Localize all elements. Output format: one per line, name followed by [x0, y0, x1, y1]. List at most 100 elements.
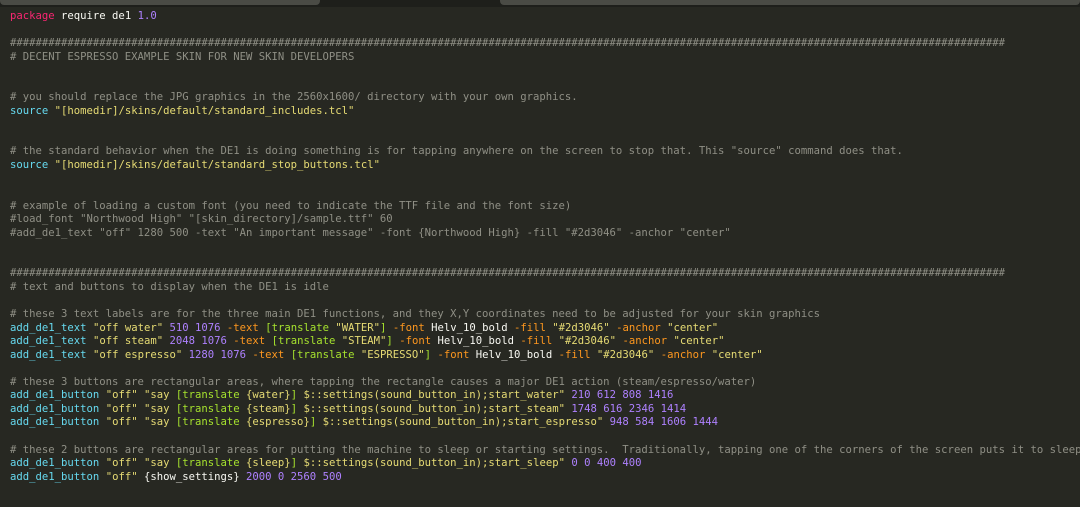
code-token-opt: -fill: [514, 321, 546, 334]
code-token-str: "off": [105, 470, 138, 483]
code-token-str: $::settings(sound_button_in);start_water…: [297, 389, 565, 402]
code-token-str: {water}: [246, 389, 291, 402]
code-token-str: "center": [673, 335, 725, 348]
code-token-str: "off": [105, 457, 138, 470]
code-token-kw: package: [10, 10, 55, 22]
code-token-plain: Helv_10_bold: [424, 321, 514, 334]
code-line: ########################################…: [10, 267, 1080, 281]
code-token-opt: -fill: [520, 335, 553, 348]
code-token-plain: {show_settings}: [143, 470, 240, 483]
code-token-str: "#2d3046": [596, 348, 655, 361]
code-line: # DECENT ESPRESSO EXAMPLE SKIN FOR NEW S…: [10, 51, 1080, 65]
code-token-bracket: [translate: [175, 389, 240, 402]
code-line: # the standard behavior when the DE1 is …: [10, 145, 1080, 159]
code-token-str: "say: [143, 389, 176, 402]
code-token-fn: add_de1_button: [10, 389, 100, 402]
code-token-bracket: [translate: [271, 335, 336, 348]
code-line: add_de1_button "off" "say [translate {wa…: [10, 389, 1080, 403]
code-token-bracket: [translate: [175, 402, 240, 415]
code-token-comment: # text and buttons to display when the D…: [10, 280, 329, 293]
code-token-comment: # DECENT ESPRESSO EXAMPLE SKIN FOR NEW S…: [10, 50, 355, 63]
code-line: add_de1_text "off espresso" 1280 1076 -t…: [10, 349, 1080, 363]
code-token-str: "say: [143, 402, 176, 415]
code-token-num: 1280 1076: [188, 348, 247, 361]
code-line: #load_font "Northwood High" "[skin_direc…: [10, 213, 1080, 227]
code-token-num: 1748 616 2346 1414: [571, 402, 687, 415]
code-token-num: 510 1076: [169, 321, 221, 334]
code-token-opt: -anchor: [660, 348, 706, 361]
code-token-str: "say: [143, 457, 176, 470]
code-token-comment: # you should replace the JPG graphics in…: [10, 91, 578, 104]
code-token-opt: -text: [252, 348, 285, 361]
code-token-opt: -font: [392, 321, 425, 334]
scroll-indicator-right[interactable]: [500, 0, 1080, 5]
code-token-str: "off": [105, 416, 138, 429]
code-token-str: "center": [711, 348, 763, 361]
code-editor[interactable]: package require de1 1.0 #################…: [10, 10, 1080, 484]
code-token-bracket: [translate: [175, 416, 240, 429]
code-token-str: "off": [105, 389, 138, 402]
code-token-fn: add_de1_button: [10, 470, 100, 483]
code-token-fn: add_de1_text: [10, 348, 87, 361]
code-token-fn: source: [10, 159, 49, 172]
code-token-comment: ########################################…: [10, 267, 1005, 280]
code-line: add_de1_button "off" "say [translate {st…: [10, 403, 1080, 417]
code-token-num: 210 612 808 1416: [571, 389, 674, 402]
code-line: add_de1_button "off" {show_settings} 200…: [10, 471, 1080, 485]
code-token-str: "say: [143, 416, 176, 429]
code-line: # these 3 text labels are for the three …: [10, 308, 1080, 322]
code-token-opt: -font: [399, 335, 432, 348]
code-token-str: "[homedir]/skins/default/standard_includ…: [54, 104, 355, 117]
code-token-fn: add_de1_text: [10, 321, 87, 334]
code-token-opt: -text: [226, 321, 259, 334]
code-line: add_de1_text "off steam" 2048 1076 -text…: [10, 335, 1080, 349]
code-token-comment: #load_font "Northwood High" "[skin_direc…: [10, 213, 393, 226]
code-token-str: "off steam": [92, 335, 164, 348]
code-token-str: "off water": [92, 321, 164, 334]
scroll-indicator-left[interactable]: [0, 0, 320, 5]
code-token-fn: source: [10, 104, 49, 117]
code-token-comment: # example of loading a custom font (you …: [10, 199, 572, 212]
code-token-comment: ########################################…: [10, 37, 1005, 50]
code-token-str: "STEAM": [341, 335, 387, 348]
code-token-str: "off espresso": [92, 348, 183, 361]
code-line: add_de1_text "off water" 510 1076 -text …: [10, 322, 1080, 336]
code-token-plain: Helv_10_bold: [469, 348, 559, 361]
code-token-num: 2000 0 2560 500: [246, 470, 342, 483]
code-token-str: "off": [105, 402, 138, 415]
code-line: source "[homedir]/skins/default/standard…: [10, 105, 1080, 119]
code-token-fn: add_de1_button: [10, 457, 100, 470]
code-token-comment: # these 2 buttons are rectangular areas …: [10, 443, 1080, 456]
code-line: add_de1_button "off" "say [translate {es…: [10, 416, 1080, 430]
code-line: ########################################…: [10, 37, 1080, 51]
code-token-fn: add_de1_button: [10, 402, 100, 415]
code-token-comment: #add_de1_text "off" 1280 500 -text "An i…: [10, 226, 731, 239]
code-token-plain: require de1: [54, 10, 138, 22]
code-token-num: 948 584 1606 1444: [609, 416, 719, 429]
code-token-bracket: [translate: [290, 348, 355, 361]
code-token-fn: add_de1_text: [10, 335, 87, 348]
code-token-str: $::settings(sound_button_in);start_espre…: [316, 416, 604, 429]
code-token-opt: -anchor: [616, 321, 661, 334]
code-token-str: $::settings(sound_button_in);start_steam…: [297, 402, 565, 415]
code-line: # these 2 buttons are rectangular areas …: [10, 444, 1080, 458]
code-token-comment: # the standard behavior when the DE1 is …: [10, 145, 903, 158]
code-line: # text and buttons to display when the D…: [10, 281, 1080, 295]
code-token-plain: Helv_10_bold: [431, 335, 521, 348]
code-line: package require de1 1.0: [10, 10, 1080, 24]
code-token-str: "center": [667, 321, 719, 334]
code-line: source "[homedir]/skins/default/standard…: [10, 159, 1080, 173]
code-token-opt: -anchor: [622, 335, 668, 348]
code-token-str: {steam}: [246, 402, 291, 415]
code-token-comment: # these 3 text labels are for the three …: [10, 308, 821, 321]
code-token-str: "WATER": [335, 321, 381, 334]
code-token-str: "ESPRESSO": [360, 348, 425, 361]
